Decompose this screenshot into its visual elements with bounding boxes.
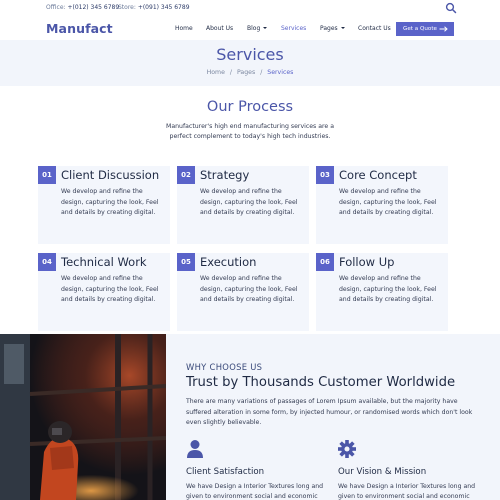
arrow-right-icon (439, 26, 448, 32)
feature-title: Our Vision & Mission (338, 467, 427, 477)
step-number: 03 (316, 166, 334, 184)
step-number: 02 (177, 166, 195, 184)
office-phone[interactable]: +(012) 345 6789 (67, 4, 119, 11)
feature-title: Client Satisfaction (186, 467, 265, 477)
nav-item-contact[interactable]: Contact Us (358, 25, 391, 32)
main-nav: Manufact Home About Us Blog Services Pag… (0, 17, 500, 40)
step-number: 04 (38, 253, 56, 271)
card-text: We develop and refine the design, captur… (200, 275, 298, 303)
page-title: Services (216, 45, 284, 64)
breadcrumb-separator: / (260, 69, 263, 76)
card-title: Client Discussion (61, 168, 160, 182)
process-card: 05 Execution We develop and refine the d… (177, 253, 309, 331)
nav-item-about[interactable]: About Us (206, 25, 233, 32)
nav-item-blog[interactable]: Blog (247, 25, 268, 32)
get-a-quote-label: Get a Quote (403, 26, 437, 32)
card-text: We develop and refine the design, captur… (339, 188, 437, 216)
nav-item-pages[interactable]: Pages (320, 25, 345, 32)
breadcrumb: Home / Pages / Services (0, 69, 500, 76)
feature-text: We have Design a Interior Textures long … (186, 483, 324, 500)
breadcrumb-home[interactable]: Home (207, 69, 225, 76)
process-heading: Our Process (206, 99, 294, 115)
card-title: Technical Work (61, 255, 147, 269)
nav-item-blog-label: Blog (247, 25, 261, 32)
top-bar: Office: +(012) 345 6789 Store: +(091) 34… (0, 0, 500, 17)
section-title: Trust by Thousands Customer Worldwide (186, 375, 456, 390)
page-header: Services Home / Pages / Services (0, 40, 500, 86)
user-icon (187, 440, 203, 458)
process-card: 02 Strategy We develop and refine the de… (177, 166, 309, 244)
card-title: Follow Up (339, 255, 395, 269)
card-text: We develop and refine the design, captur… (200, 188, 298, 216)
breadcrumb-separator: / (229, 69, 232, 76)
card-title: Strategy (200, 168, 250, 182)
store-contact: Store: +(091) 345 6789 (118, 4, 190, 11)
card-title: Execution (200, 255, 257, 269)
step-number: 01 (38, 166, 56, 184)
card-text: We develop and refine the design, captur… (339, 275, 437, 303)
gear-icon (338, 440, 356, 458)
section-text: There are many variations of passages of… (186, 398, 473, 426)
chevron-down-icon (263, 27, 268, 29)
process-subtitle: Manufacturer's high end manufacturing se… (165, 123, 334, 140)
process-card: 03 Core Concept We develop and refine th… (316, 166, 448, 244)
search-icon[interactable] (445, 2, 457, 14)
welder-photo (0, 334, 166, 500)
office-contact: Office: +(012) 345 6789 (46, 4, 119, 11)
process-card: 01 Client Discussion We develop and refi… (38, 166, 170, 244)
process-card: 06 Follow Up We develop and refine the d… (316, 253, 448, 331)
nav-item-services[interactable]: Services (281, 25, 306, 32)
nav-item-home[interactable]: Home (175, 25, 193, 32)
breadcrumb-current: Services (267, 69, 294, 76)
nav-item-pages-label: Pages (320, 25, 338, 32)
card-text: We develop and refine the design, captur… (61, 188, 159, 216)
card-text: We develop and refine the design, captur… (61, 275, 159, 303)
section-label: WHY CHOOSE US (186, 362, 263, 372)
step-number: 05 (177, 253, 195, 271)
store-label: Store: (118, 4, 136, 11)
feature-text: We have Design a Interior Textures long … (338, 483, 476, 500)
store-phone[interactable]: +(091) 345 6789 (138, 4, 190, 11)
process-card: 04 Technical Work We develop and refine … (38, 253, 170, 331)
step-number: 06 (316, 253, 334, 271)
chevron-down-icon (340, 27, 345, 29)
logo[interactable]: Manufact (46, 21, 113, 36)
breadcrumb-pages[interactable]: Pages (237, 69, 255, 76)
office-label: Office: (46, 4, 66, 11)
get-a-quote-button[interactable]: Get a Quote (396, 22, 454, 36)
card-title: Core Concept (339, 168, 417, 182)
